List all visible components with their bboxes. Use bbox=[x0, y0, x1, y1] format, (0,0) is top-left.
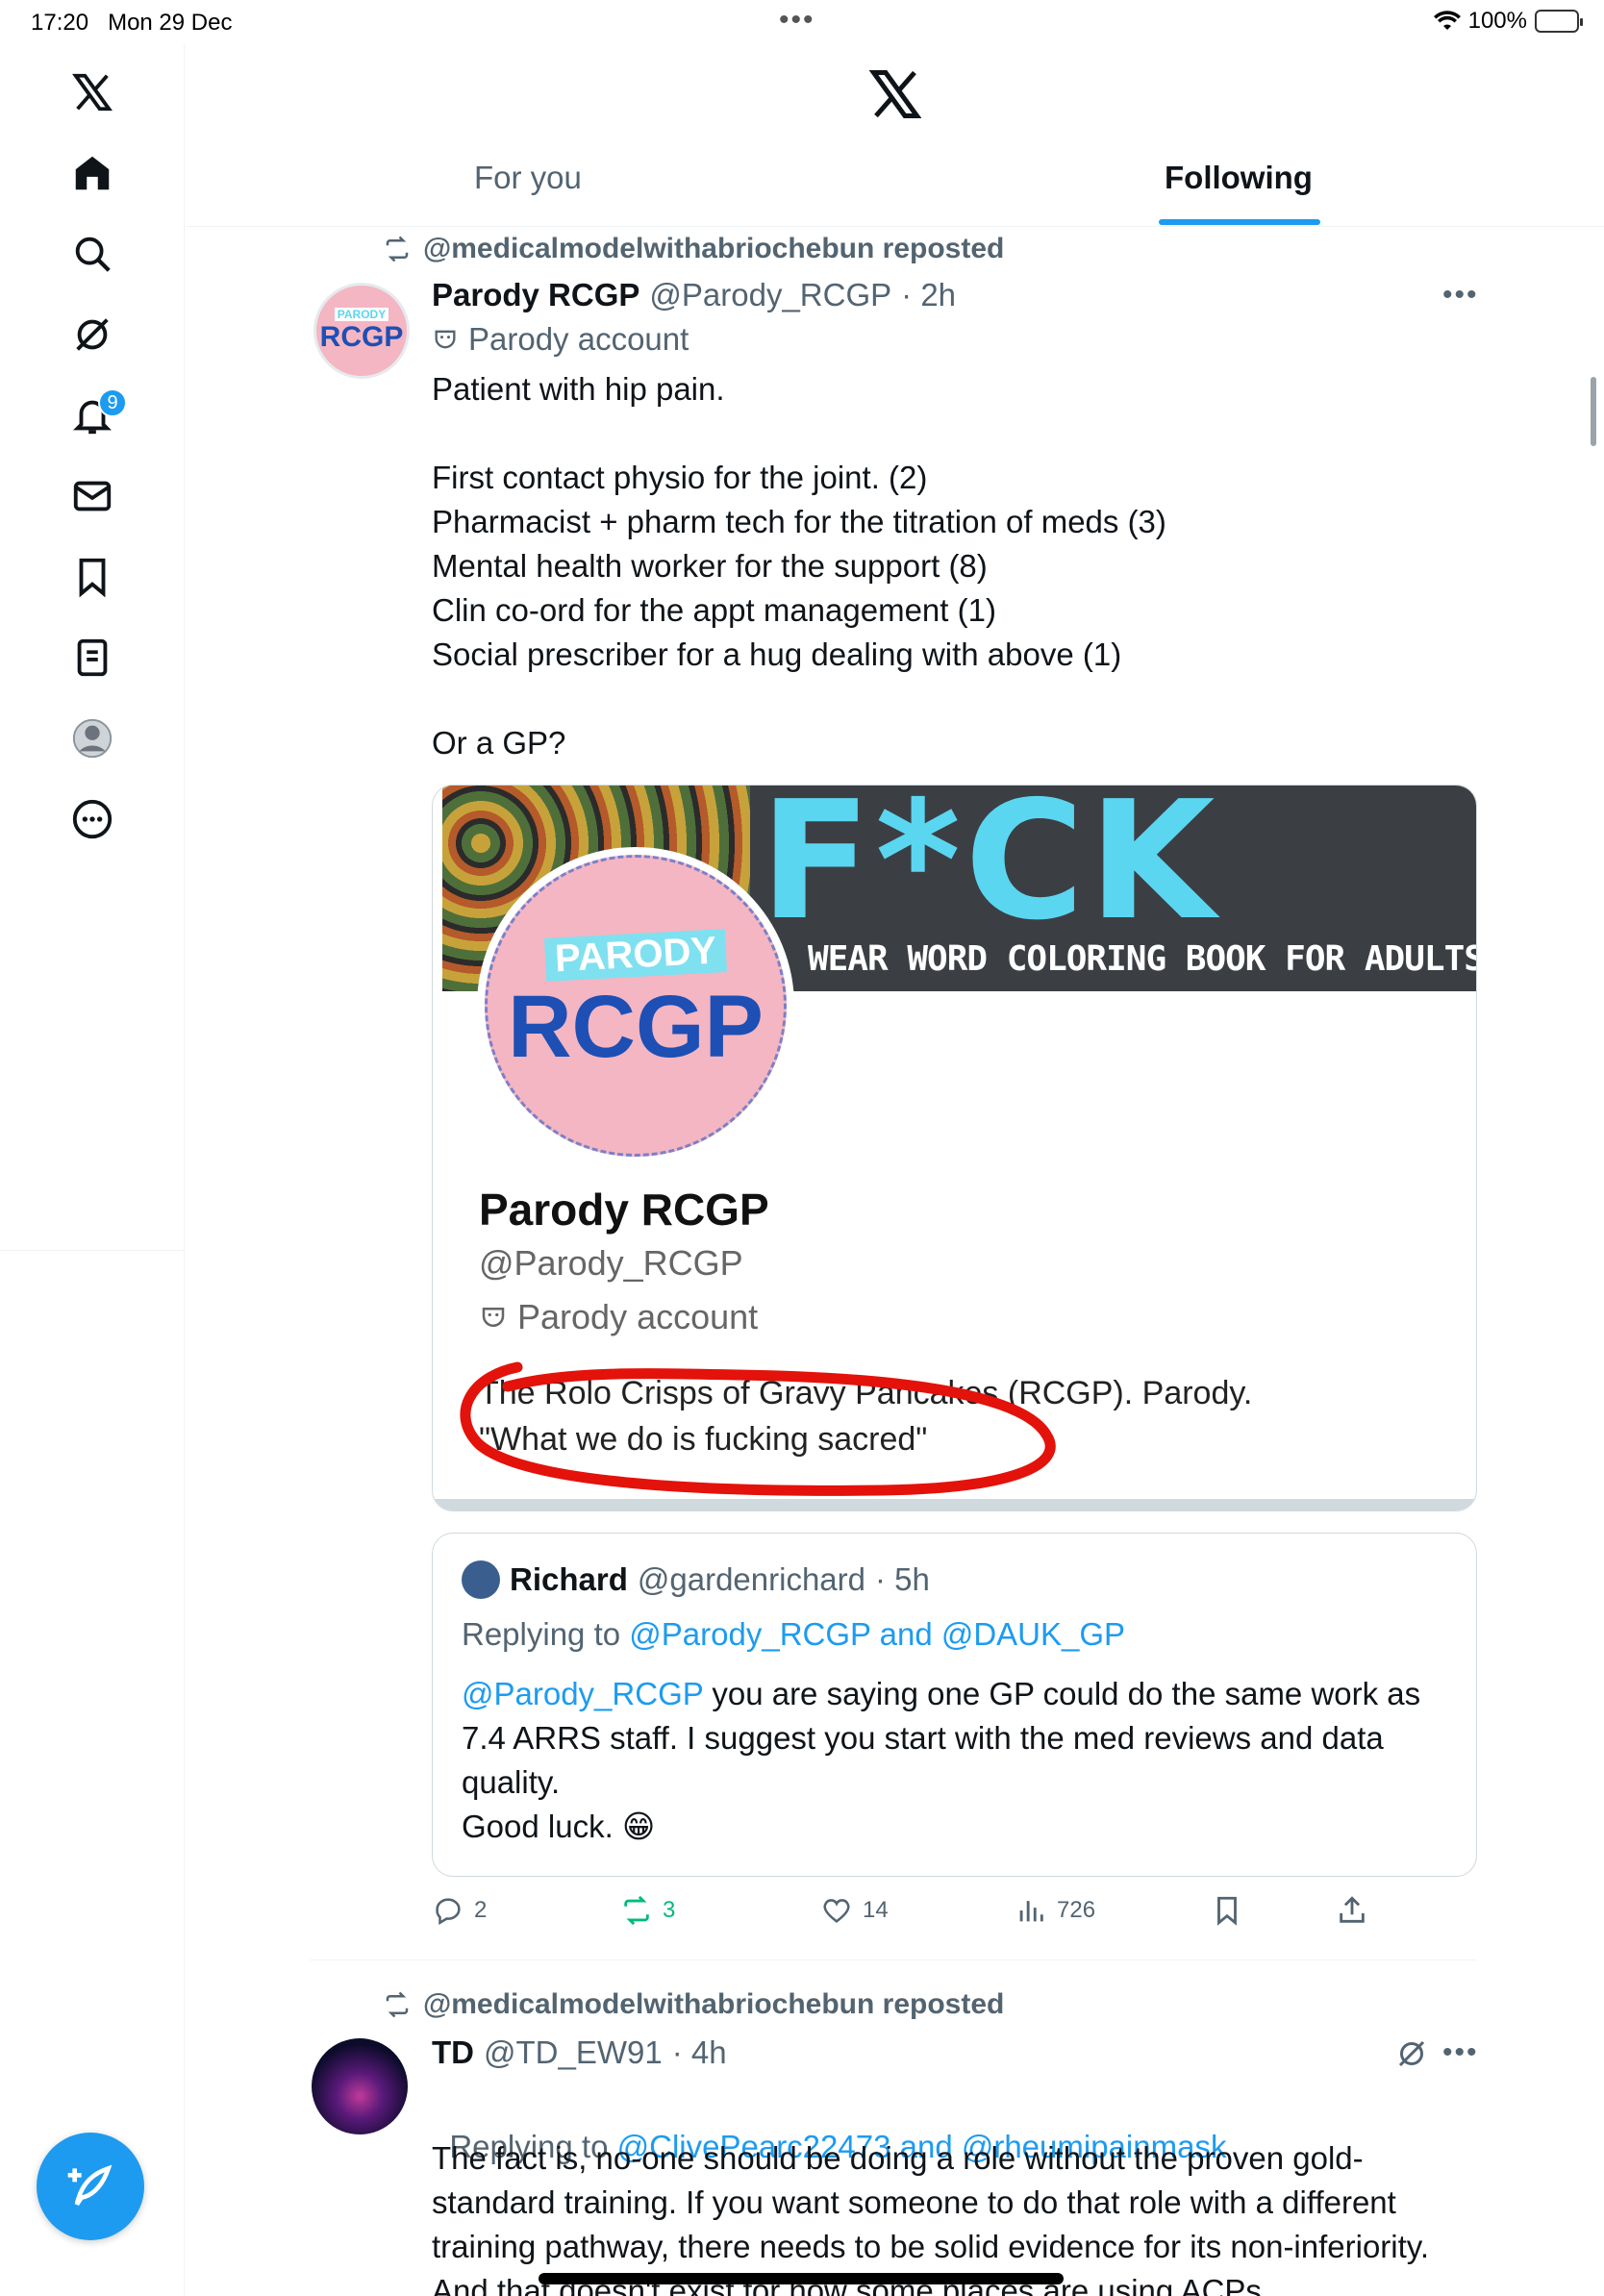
status-right: 100% bbox=[1433, 8, 1583, 35]
card-profile-handle: @Parody_RCGP bbox=[479, 1243, 743, 1283]
reply-icon bbox=[436, 1898, 461, 1926]
card-bio-line-1: The Rolo Crisps of Gravy Pancakes (RCGP)… bbox=[479, 1375, 1253, 1411]
home-icon[interactable] bbox=[63, 144, 121, 202]
author-name[interactable]: Parody RCGP bbox=[432, 277, 639, 313]
card-avatar-text: RCGP bbox=[508, 978, 764, 1076]
status-bar: 17:20 Mon 29 Dec ••• 100% bbox=[0, 0, 1604, 44]
compose-icon bbox=[67, 2164, 113, 2206]
sidebar: 9 bbox=[0, 44, 185, 2296]
repost-icon bbox=[386, 1991, 409, 2018]
card-bio-line-2: "What we do is fucking sacred" bbox=[479, 1421, 928, 1458]
reply-button[interactable]: 2 bbox=[432, 1894, 487, 1927]
share-icon bbox=[1340, 1896, 1365, 1923]
bookmark-icon bbox=[1217, 1896, 1237, 1926]
messages-icon[interactable] bbox=[63, 467, 121, 525]
repost-icon bbox=[624, 1895, 649, 1926]
sidebar-divider bbox=[0, 1250, 185, 1251]
card-bio: The Rolo Crisps of Gravy Pancakes (RCGP)… bbox=[479, 1370, 1441, 1462]
bookmarks-icon[interactable] bbox=[63, 548, 121, 606]
notification-badge: 9 bbox=[98, 388, 127, 417]
repost-indicator[interactable]: @medicalmodelwithabriochebun reposted bbox=[383, 233, 1004, 265]
parody-mask-icon bbox=[435, 330, 456, 349]
scrollbar[interactable] bbox=[1591, 377, 1596, 446]
post-time[interactable]: · 2h bbox=[901, 277, 956, 313]
avatar[interactable]: PARODY RCGP bbox=[313, 283, 410, 379]
quote-time: · 5h bbox=[875, 1561, 930, 1597]
status-time: 17:20 Mon 29 Dec bbox=[31, 10, 233, 36]
banner-title: F*CK bbox=[760, 786, 1219, 957]
more-icon[interactable] bbox=[63, 790, 121, 848]
card-avatar-tag: PARODY bbox=[543, 929, 728, 982]
more-options-icon[interactable]: ••• bbox=[1442, 2036, 1479, 2069]
post-divider bbox=[310, 1959, 1477, 1960]
quote-mention[interactable]: @Parody_RCGP bbox=[462, 1676, 703, 1711]
profile-icon[interactable] bbox=[63, 710, 121, 767]
share-button[interactable] bbox=[1336, 1894, 1368, 1927]
quote-replying-to: Replying to @Parody_RCGP and @DAUK_GP bbox=[462, 1616, 1126, 1652]
bookmark-button[interactable] bbox=[1211, 1894, 1243, 1927]
home-indicator[interactable] bbox=[539, 2273, 1064, 2284]
avatar-rcgp-text: RCGP bbox=[319, 321, 404, 353]
repost-indicator[interactable]: @medicalmodelwithabriochebun reposted bbox=[383, 1988, 1004, 2021]
tab-for-you[interactable]: For you bbox=[474, 160, 582, 196]
card-scrollbar bbox=[433, 1499, 1476, 1510]
battery-percent: 100% bbox=[1467, 8, 1527, 34]
avatar-parody-tag: PARODY bbox=[334, 308, 389, 321]
quote-text: @Parody_RCGP you are saying one GP could… bbox=[462, 1676, 1421, 1844]
profile-card-image[interactable]: F*CK WEAR WORD COLORING BOOK FOR ADULTS … bbox=[432, 785, 1477, 1511]
more-options-icon[interactable]: ••• bbox=[1442, 279, 1479, 312]
quote-replying-links[interactable]: @Parody_RCGP and @DAUK_GP bbox=[629, 1616, 1125, 1652]
repost-button[interactable]: 3 bbox=[620, 1894, 675, 1927]
reposted-by: @medicalmodelwithabriochebun reposted bbox=[423, 1988, 1005, 2020]
wifi-icon bbox=[1433, 11, 1461, 30]
like-button[interactable]: 14 bbox=[820, 1894, 889, 1927]
x-logo-icon[interactable] bbox=[866, 65, 924, 123]
battery-icon bbox=[1535, 10, 1583, 33]
grok-icon[interactable] bbox=[1394, 2036, 1429, 2071]
heart-icon bbox=[823, 1899, 850, 1923]
quote-author-handle: @gardenrichard bbox=[637, 1561, 865, 1597]
x-logo-icon[interactable] bbox=[63, 63, 121, 121]
post-author-line: Parody RCGP @Parody_RCGP · 2h bbox=[432, 277, 956, 313]
card-profile-name: Parody RCGP bbox=[479, 1185, 769, 1235]
parody-label: Parody account bbox=[432, 321, 689, 358]
notifications-icon[interactable]: 9 bbox=[63, 387, 127, 444]
author-handle[interactable]: @Parody_RCGP bbox=[649, 277, 891, 313]
compose-button[interactable] bbox=[37, 2133, 144, 2240]
lists-icon[interactable] bbox=[63, 629, 121, 686]
tab-following[interactable]: Following bbox=[1165, 160, 1313, 196]
author-handle[interactable]: @TD_EW91 bbox=[484, 2034, 663, 2071]
views-button[interactable]: 726 bbox=[1015, 1894, 1095, 1927]
post-author-line: TD @TD_EW91 · 4h bbox=[432, 2034, 727, 2071]
multitasking-dots-icon[interactable]: ••• bbox=[779, 4, 815, 37]
post-text: Patient with hip pain. First contact phy… bbox=[432, 371, 1166, 761]
timeline-header: For you Following bbox=[186, 44, 1604, 227]
search-icon[interactable] bbox=[63, 225, 121, 283]
banner-subtitle: WEAR WORD COLORING BOOK FOR ADULTS bbox=[808, 939, 1477, 979]
parody-mask-icon bbox=[482, 1308, 505, 1327]
reposted-by: @medicalmodelwithabriochebun reposted bbox=[423, 233, 1005, 264]
active-tab-indicator bbox=[1159, 219, 1320, 225]
avatar[interactable] bbox=[312, 2038, 408, 2134]
quoted-post[interactable]: Richard @gardenrichard · 5h Replying to … bbox=[432, 1533, 1477, 1877]
card-avatar: PARODY RCGP bbox=[477, 847, 794, 1164]
author-name[interactable]: TD bbox=[432, 2034, 474, 2071]
quote-avatar bbox=[462, 1560, 500, 1599]
views-icon bbox=[1019, 1901, 1043, 1922]
repost-icon bbox=[386, 236, 409, 262]
quote-author-line: Richard @gardenrichard · 5h bbox=[462, 1560, 930, 1599]
post-actions: 2 3 14 726 bbox=[432, 1894, 1470, 1942]
post-time[interactable]: · 4h bbox=[672, 2034, 727, 2071]
quote-author-name: Richard bbox=[510, 1561, 628, 1597]
grok-icon[interactable] bbox=[63, 306, 121, 363]
card-parody-label: Parody account bbox=[479, 1297, 758, 1337]
